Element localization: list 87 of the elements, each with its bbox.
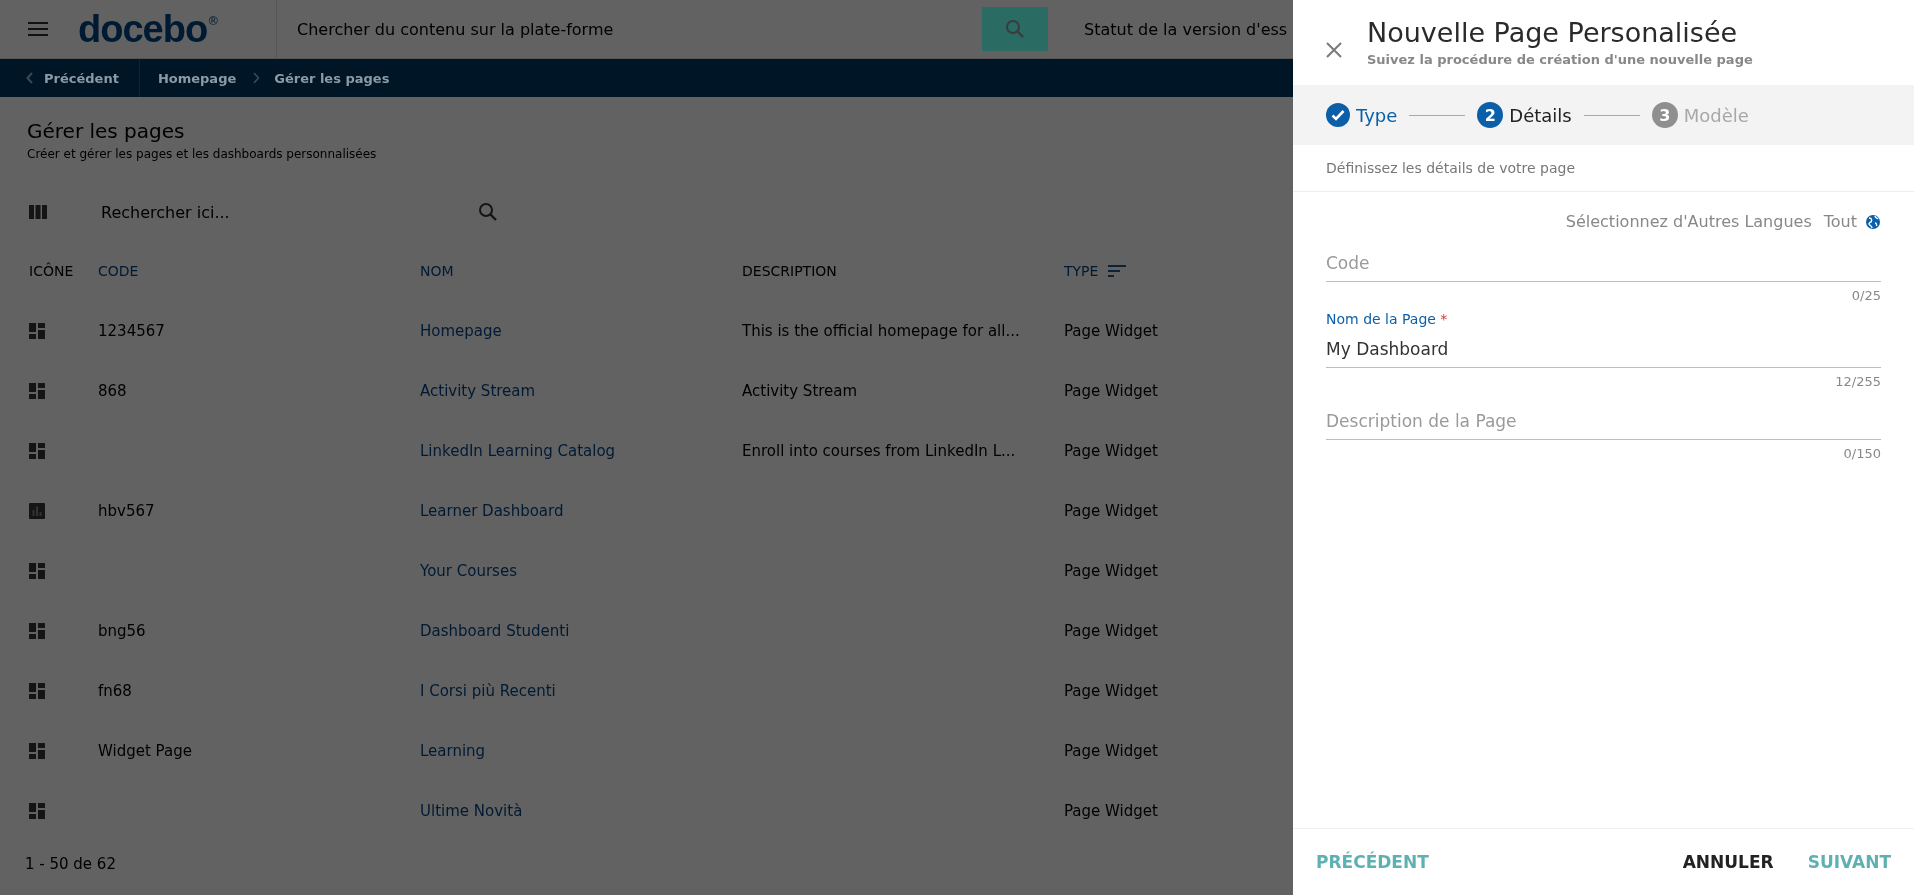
input-field[interactable]: Description de la Page — [1326, 403, 1881, 440]
page-name-link[interactable]: Activity Stream — [420, 382, 536, 400]
dashboard-icon — [29, 683, 45, 699]
input-field[interactable]: Code — [1326, 245, 1881, 282]
field-label: Nom de la Page * — [1326, 311, 1449, 327]
column-header: ICÔNE — [28, 261, 75, 281]
dashboard-icon — [29, 563, 45, 579]
page-name-link[interactable]: Your Courses — [420, 562, 517, 580]
menu-icon[interactable] — [28, 22, 48, 36]
character-counter: 12/255 — [1834, 374, 1881, 389]
page-name-link[interactable]: Learning — [420, 742, 486, 760]
instructions-text: Définissez les détails de votre page — [1293, 145, 1914, 192]
step-number: 2 — [1477, 102, 1504, 128]
globe-icon — [1865, 213, 1881, 230]
table-cell: Page Widget — [1064, 382, 1158, 400]
step-label: Modèle — [1683, 104, 1749, 126]
bar-chart-icon — [29, 503, 45, 519]
dashboard-icon — [29, 383, 45, 399]
page-subtitle: Créer et gérer les pages et les dashboards personnalisées — [26, 147, 378, 161]
table-cell: Page Widget — [1064, 442, 1158, 460]
search-field[interactable]: Chercher du contenu sur la plate-forme — [297, 19, 982, 39]
column-header: DESCRIPTION — [742, 262, 838, 281]
table-cell: Page Widget — [1064, 802, 1158, 820]
languages-label: Sélectionnez d'Autres Langues — [1565, 212, 1812, 231]
page-name-link[interactable]: Learner Dashboard — [420, 502, 564, 520]
table-search-field[interactable]: Rechercher ici... — [99, 201, 463, 223]
table-cell: Page Widget — [1064, 562, 1158, 580]
languages-link[interactable]: Tout — [1823, 212, 1857, 231]
cancel-button[interactable]: ANNULER — [1680, 844, 1776, 880]
back-link[interactable]: Précédent — [0, 70, 139, 86]
table-cell: Page Widget — [1064, 502, 1158, 520]
chevron-left-icon — [26, 72, 34, 84]
stepper-step[interactable]: 3 Modèle — [1651, 102, 1749, 128]
column-header[interactable]: NOM — [420, 241, 742, 301]
table-cell: bng56 — [98, 622, 146, 640]
table-cell: Page Widget — [1064, 322, 1158, 340]
table-cell: This is the official homepage for all... — [742, 322, 1020, 340]
input-field[interactable]: My Dashboard — [1326, 331, 1881, 368]
page-name-link[interactable]: Ultime Novità — [420, 802, 523, 820]
table-cell: Page Widget — [1064, 622, 1158, 640]
page-name-link[interactable]: Homepage — [420, 322, 502, 340]
step-label: Détails — [1509, 104, 1572, 126]
check-circle-icon — [1326, 103, 1350, 127]
stepper-step[interactable]: 2 Détails — [1477, 102, 1572, 128]
dashboard-icon — [29, 743, 45, 759]
step-label: Type — [1356, 104, 1398, 126]
character-counter: 0/150 — [1842, 446, 1881, 461]
breadcrumb-link[interactable]: Gérer les pages — [274, 70, 390, 86]
dashboard-icon — [29, 803, 45, 819]
page-name-link[interactable]: Dashboard Studenti — [420, 622, 570, 640]
columns-icon[interactable] — [29, 205, 47, 219]
dashboard-icon — [29, 443, 45, 459]
chevron-right-icon — [252, 72, 261, 84]
close-icon[interactable] — [1326, 42, 1342, 58]
column-header[interactable]: TYPE — [1064, 241, 1293, 301]
stepper-step[interactable]: Type — [1326, 103, 1398, 127]
step-number: 3 — [1651, 102, 1678, 128]
page-name-link[interactable]: I Corsi più Recenti — [420, 682, 556, 700]
column-header[interactable]: CODE — [98, 241, 420, 301]
panel-title: Nouvelle Page Personalisée — [1367, 16, 1739, 50]
dashboard-icon — [29, 623, 45, 639]
previous-button[interactable]: PRÉCÉDENT — [1314, 844, 1431, 880]
table-cell: hbv567 — [98, 502, 155, 520]
logo-text[interactable]: docebo — [78, 7, 208, 51]
panel-subtitle: Suivez la procédure de création d'une nouvelle page — [1367, 52, 1753, 67]
table-cell: Page Widget — [1064, 682, 1158, 700]
search-icon — [1005, 19, 1025, 39]
breadcrumb-link[interactable]: Homepage — [157, 70, 237, 86]
page-name-link[interactable]: LinkedIn Learning Catalog — [420, 442, 616, 460]
table-cell: 1234567 — [98, 322, 165, 340]
table-cell: Enroll into courses from LinkedIn L... — [742, 442, 1016, 460]
dashboard-icon — [29, 323, 45, 339]
trial-status-text: Statut de la version d'ess — [1084, 19, 1288, 39]
table-cell: Widget Page — [98, 742, 192, 760]
search-icon[interactable] — [478, 202, 498, 222]
page-title: Gérer les pages — [26, 119, 186, 143]
table-cell: Page Widget — [1064, 742, 1158, 760]
sort-icon[interactable] — [1108, 265, 1127, 277]
table-cell: 868 — [98, 382, 127, 400]
pagination-text: 1 - 50 de 62 — [24, 855, 117, 873]
character-counter: 0/25 — [1850, 288, 1881, 303]
registered-mark: ® — [207, 14, 220, 28]
table-cell: Activity Stream — [742, 382, 858, 400]
search-button[interactable] — [982, 7, 1048, 51]
required-mark: * — [1440, 311, 1448, 327]
table-cell: fn68 — [98, 682, 132, 700]
next-button[interactable]: SUIVANT — [1805, 844, 1893, 880]
